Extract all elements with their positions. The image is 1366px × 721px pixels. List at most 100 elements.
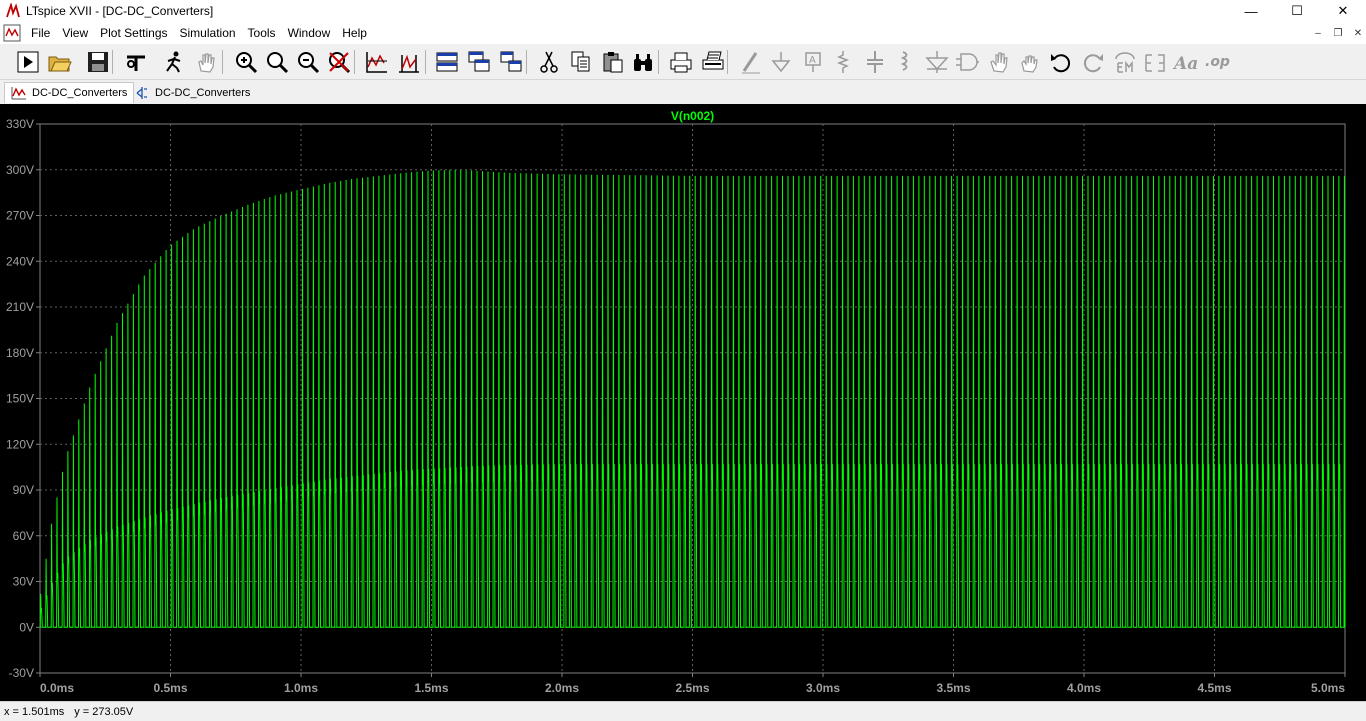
cut-button[interactable]	[536, 49, 562, 75]
menu-tools[interactable]: Tools	[242, 26, 282, 40]
open-folder-icon	[48, 56, 72, 72]
zoom-out-button[interactable]	[295, 49, 321, 75]
pan-hand-button[interactable]	[193, 49, 219, 75]
ground-icon	[771, 52, 791, 73]
menu-file[interactable]: File	[25, 26, 56, 40]
open-folder-button[interactable]	[47, 49, 73, 75]
menu-plot-settings[interactable]: Plot Settings	[94, 26, 173, 40]
toolbar-separator	[727, 50, 728, 74]
toolbar: A Aa .op	[0, 44, 1366, 80]
tile-vertical-icon	[500, 51, 522, 72]
cut-icon	[540, 51, 558, 73]
control-panel-button[interactable]	[123, 49, 149, 75]
x-tick-label: 2.0ms	[545, 681, 579, 695]
move-hand-button[interactable]	[986, 49, 1012, 75]
fft-button[interactable]	[396, 49, 422, 75]
mdi-minimize-button[interactable]: –	[1310, 25, 1326, 41]
minimize-button[interactable]: —	[1228, 0, 1274, 22]
capacitor-button[interactable]	[862, 49, 888, 75]
mdi-restore-button[interactable]: ❐	[1330, 25, 1346, 41]
zoom-in-button[interactable]	[233, 49, 259, 75]
cascade-button[interactable]	[466, 49, 492, 75]
close-button[interactable]: ✕	[1320, 0, 1366, 22]
menu-view[interactable]: View	[56, 26, 94, 40]
inductor-button[interactable]	[892, 49, 918, 75]
text-icon: Aa	[1172, 54, 1198, 74]
window-title: LTspice XVII - [DC-DC_Converters]	[26, 4, 214, 18]
zoom-out-icon	[298, 52, 320, 74]
y-tick-label: 120V	[6, 437, 34, 451]
move-hand-icon	[990, 52, 1008, 73]
x-tick-label: 2.5ms	[675, 681, 709, 695]
draw-wire-icon	[742, 52, 760, 74]
menu-simulation[interactable]: Simulation	[174, 26, 242, 40]
title-bar: LTspice XVII - [DC-DC_Converters] — ☐ ✕	[0, 0, 1366, 22]
zoom-cancel-button[interactable]	[326, 49, 352, 75]
print-button[interactable]	[668, 49, 694, 75]
y-tick-label: 0V	[19, 620, 34, 634]
halt-button[interactable]	[161, 49, 187, 75]
print-setup-icon	[702, 51, 724, 70]
resistor-button[interactable]	[830, 49, 856, 75]
inductor-icon	[900, 51, 908, 71]
run-icon	[17, 51, 39, 73]
menu-help[interactable]: Help	[336, 26, 373, 40]
find-icon	[634, 54, 652, 71]
diode-icon	[925, 51, 949, 73]
ltspice-window: LTspice XVII - [DC-DC_Converters] — ☐ ✕ …	[0, 0, 1366, 721]
autorange-button[interactable]	[364, 49, 390, 75]
mdi-close-button[interactable]: ✕	[1350, 25, 1366, 41]
draw-wire-button[interactable]	[738, 49, 764, 75]
undo-button[interactable]	[1048, 49, 1074, 75]
spice-directive-button[interactable]: .op	[1204, 49, 1230, 75]
cursor-x-readout: x = 1.501ms	[4, 705, 65, 718]
toolbar-separator	[526, 50, 527, 74]
waveform-chart[interactable]: 330V 300V 270V 240V 210V 180V 150V 120V 90V 60V 30…	[0, 104, 1366, 701]
zoom-area-button[interactable]	[264, 49, 290, 75]
capacitor-icon	[867, 51, 883, 73]
rotate-button[interactable]	[1112, 49, 1138, 75]
drag-hand-button[interactable]	[1016, 49, 1042, 75]
y-tick-label: 90V	[13, 483, 34, 497]
text-button[interactable]: Aa	[1172, 49, 1198, 75]
x-tick-label: 1.5ms	[414, 681, 448, 695]
mirror-button[interactable]	[1142, 49, 1168, 75]
print-setup-button[interactable]	[700, 49, 726, 75]
x-tick-label: 5.0ms	[1311, 681, 1345, 695]
y-tick-label: 270V	[6, 209, 34, 223]
schematic-tab-icon	[136, 86, 147, 99]
paste-button[interactable]	[600, 49, 626, 75]
save-button[interactable]	[85, 49, 111, 75]
y-tick-label: 300V	[6, 163, 34, 177]
spice-directive-icon: .op	[1205, 54, 1230, 70]
waveform-plot-pane[interactable]: 330V 300V 270V 240V 210V 180V 150V 120V 90V 60V 30…	[0, 104, 1366, 701]
toolbar-separator	[658, 50, 659, 74]
toolbar-separator	[112, 50, 113, 74]
tab-schematic[interactable]: DC-DC_Converters	[128, 82, 256, 103]
component-button[interactable]	[954, 49, 980, 75]
control-panel-icon	[127, 55, 145, 71]
y-tick-label: -30V	[9, 666, 34, 680]
waveform-doc-icon[interactable]	[3, 24, 21, 42]
y-tick-label: 150V	[6, 392, 34, 406]
x-tick-label: 0.0ms	[40, 681, 74, 695]
run-button[interactable]	[15, 49, 41, 75]
toolbar-separator	[425, 50, 426, 74]
maximize-button[interactable]: ☐	[1274, 0, 1320, 22]
menu-window[interactable]: Window	[282, 26, 337, 40]
tab-waveform[interactable]: DC-DC_Converters	[4, 82, 135, 103]
find-button[interactable]	[630, 49, 656, 75]
zoom-cancel-icon	[329, 52, 351, 74]
tile-horizontal-button[interactable]	[434, 49, 460, 75]
drag-hand-icon	[1021, 55, 1038, 73]
label-net-button[interactable]: A	[800, 49, 826, 75]
ground-button[interactable]	[768, 49, 794, 75]
x-tick-label: 1.0ms	[284, 681, 318, 695]
redo-button[interactable]	[1080, 49, 1106, 75]
pan-hand-icon	[198, 53, 215, 73]
diode-button[interactable]	[924, 49, 950, 75]
waveform-tab-icon	[11, 87, 26, 100]
copy-button[interactable]	[568, 49, 594, 75]
save-icon	[88, 52, 108, 72]
tile-vertical-button[interactable]	[498, 49, 524, 75]
